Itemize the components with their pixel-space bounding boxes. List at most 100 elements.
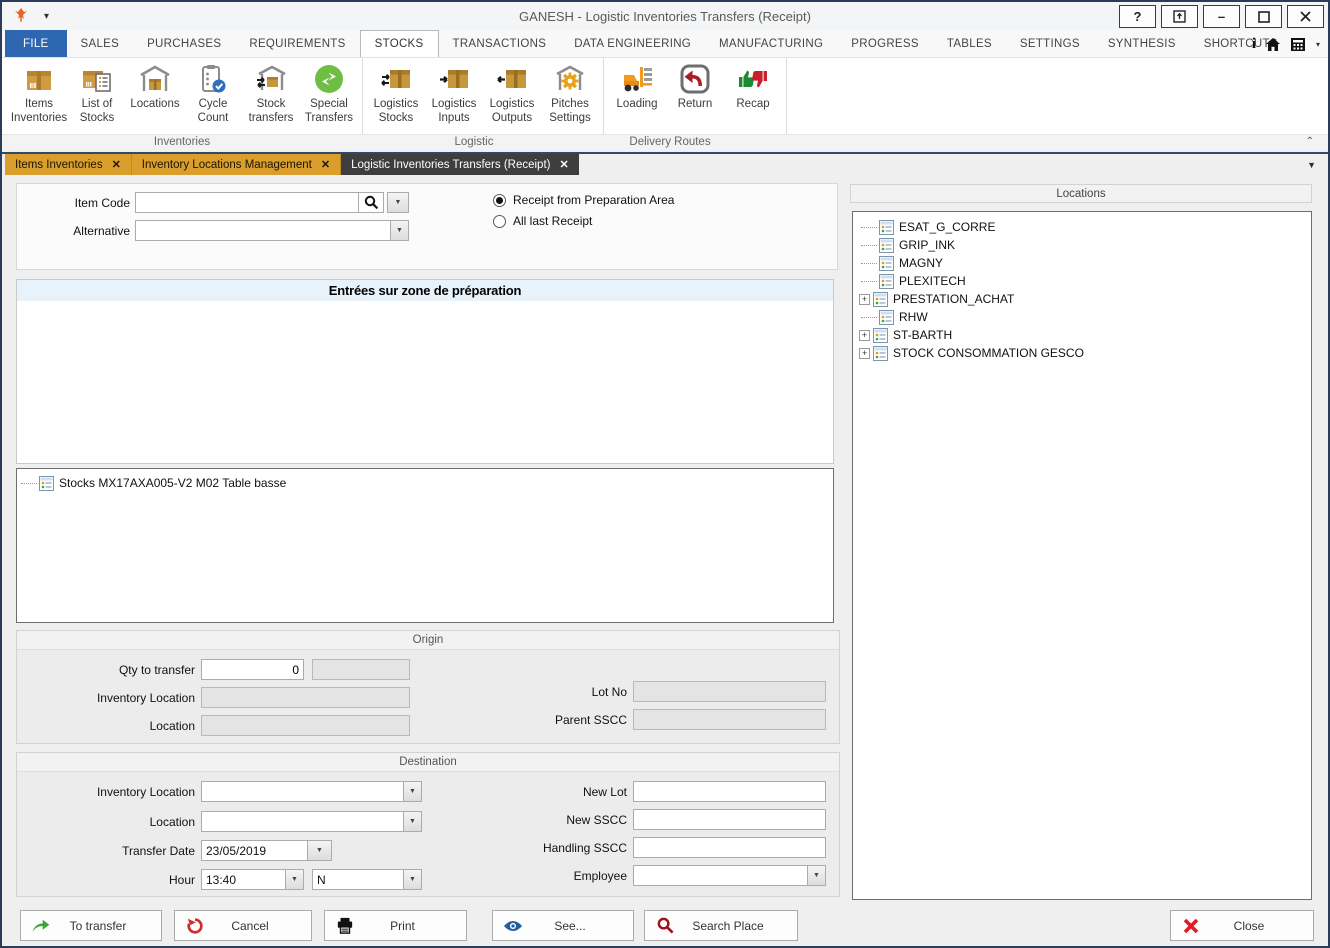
preparation-entries-panel: Entrées sur zone de préparation <box>16 279 834 464</box>
new-lot-input[interactable] <box>633 781 826 802</box>
printer-icon <box>325 917 365 934</box>
menu-tab-file[interactable]: FILE <box>5 30 67 57</box>
origin-inventory-location-label: Inventory Location <box>17 691 195 705</box>
search-place-button[interactable]: Search Place <box>644 910 798 941</box>
collapse-ribbon-icon[interactable]: ⌃ <box>1306 136 1314 147</box>
chevron-down-icon[interactable]: ▼ <box>403 870 421 889</box>
location-tree-item[interactable]: + STOCK CONSOMMATION GESCO <box>853 344 1311 362</box>
minimize-button[interactable]: – <box>1203 5 1240 28</box>
handling-sscc-input[interactable] <box>633 837 826 858</box>
logistics-outputs-button[interactable]: Logistics Outputs <box>483 60 541 126</box>
location-tree-item[interactable]: + ST-BARTH <box>853 326 1311 344</box>
expand-icon[interactable]: + <box>859 330 870 341</box>
radio-all-last-receipt[interactable]: All last Receipt <box>493 214 592 228</box>
chevron-down-icon[interactable]: ▼ <box>807 866 825 885</box>
location-table-icon <box>873 328 888 343</box>
close-window-button[interactable] <box>1287 5 1324 28</box>
stocks-tree-item[interactable]: Stocks MX17AXA005-V2 M02 Table basse <box>17 474 833 492</box>
menu-tab-transactions[interactable]: TRANSACTIONS <box>439 30 561 57</box>
expand-icon[interactable]: + <box>859 348 870 359</box>
logistics-stocks-button[interactable]: Logistics Stocks <box>367 60 425 126</box>
item-code-dropdown-button[interactable]: ▼ <box>387 192 409 213</box>
return-arrow-icon <box>678 62 712 96</box>
stock-transfers-button[interactable]: Stock transfers <box>242 60 300 126</box>
menu-tab-settings[interactable]: SETTINGS <box>1006 30 1094 57</box>
to-transfer-button[interactable]: To transfer <box>20 910 162 941</box>
return-button[interactable]: Return <box>666 60 724 112</box>
calculator-icon[interactable] <box>1290 37 1306 52</box>
dest-inventory-location-combo[interactable]: ▼ <box>201 781 422 802</box>
home-icon[interactable] <box>1265 37 1281 52</box>
close-button[interactable]: Close <box>1170 910 1314 941</box>
pitches-settings-button[interactable]: Pitches Settings <box>541 60 599 126</box>
new-sscc-input[interactable] <box>633 809 826 830</box>
item-code-label: Item Code <box>17 196 130 210</box>
list-of-stocks-button[interactable]: List of Stocks <box>68 60 126 126</box>
doc-tab-list-caret-icon[interactable]: ▼ <box>1307 160 1316 170</box>
menu-tab-tables[interactable]: TABLES <box>933 30 1006 57</box>
alternative-combo[interactable]: ▼ <box>135 220 409 241</box>
ribbon-group-inventories: Items Inventories List of Stocks Locatio… <box>6 58 363 134</box>
doc-tab-close-icon[interactable]: ✕ <box>112 158 121 171</box>
radio-unselected-icon <box>493 215 506 228</box>
loading-button[interactable]: Loading <box>608 60 666 112</box>
menu-tab-requirements[interactable]: REQUIREMENTS <box>235 30 359 57</box>
chevron-down-icon[interactable]: ▼ <box>403 782 421 801</box>
doc-tab-close-icon[interactable]: ✕ <box>321 158 330 171</box>
locations-button[interactable]: Locations <box>126 60 184 112</box>
menu-tab-data-engineering[interactable]: DATA ENGINEERING <box>560 30 705 57</box>
location-tree-item[interactable]: ESAT_G_CORRE <box>853 218 1311 236</box>
chevron-down-icon[interactable]: ▼ <box>390 221 408 240</box>
location-table-icon <box>879 220 894 235</box>
item-code-input[interactable] <box>135 192 359 213</box>
box-arrow-in-icon <box>437 62 471 96</box>
location-tree-item[interactable]: MAGNY <box>853 254 1311 272</box>
transfer-date-picker[interactable]: 23/05/2019 ▼ <box>201 840 332 861</box>
radio-receipt-from-prep-area[interactable]: Receipt from Preparation Area <box>493 193 674 207</box>
doc-tab-inventory-locations[interactable]: Inventory Locations Management ✕ <box>132 154 341 175</box>
tree-connector <box>21 483 37 484</box>
cycle-count-button[interactable]: Cycle Count <box>184 60 242 126</box>
location-tree-item[interactable]: GRIP_INK <box>853 236 1311 254</box>
menu-tab-purchases[interactable]: PURCHASES <box>133 30 235 57</box>
float-window-button[interactable] <box>1161 5 1198 28</box>
recap-button[interactable]: Recap <box>724 60 782 112</box>
ribbon-group-logistic: Logistics Stocks Logistics Inputs Logist… <box>363 58 604 134</box>
new-lot-label: New Lot <box>447 785 627 799</box>
box-swap-icon <box>379 62 413 96</box>
info-icon[interactable]: i <box>1252 36 1256 53</box>
hour-combo[interactable]: 13:40 ▼ <box>201 869 304 890</box>
maximize-button[interactable] <box>1245 5 1282 28</box>
doc-tab-close-icon[interactable]: ✕ <box>559 158 568 171</box>
menu-tab-sales[interactable]: SALES <box>67 30 134 57</box>
hour-flag-combo[interactable]: N ▼ <box>312 869 422 890</box>
menu-tab-stocks[interactable]: STOCKS <box>360 30 439 57</box>
chevron-down-icon[interactable]: ▼ <box>403 812 421 831</box>
doc-tab-logistic-transfers-active[interactable]: Logistic Inventories Transfers (Receipt)… <box>341 154 579 175</box>
location-tree-item[interactable]: RHW <box>853 308 1311 326</box>
chevron-down-icon[interactable]: ▼ <box>285 870 303 889</box>
box-arrow-out-icon <box>495 62 529 96</box>
items-inventories-button[interactable]: Items Inventories <box>10 60 68 126</box>
dest-location-combo[interactable]: ▼ <box>201 811 422 832</box>
see-button[interactable]: See... <box>492 910 634 941</box>
quick-access-caret-icon[interactable]: ▾ <box>44 11 49 22</box>
preparation-entries-list[interactable] <box>17 301 833 463</box>
doc-tab-items-inventories[interactable]: Items Inventories ✕ <box>5 154 132 175</box>
menu-tab-synthesis[interactable]: SYNTHESIS <box>1094 30 1190 57</box>
employee-combo[interactable]: ▼ <box>633 865 826 886</box>
item-code-search-button[interactable] <box>358 192 384 213</box>
special-transfers-button[interactable]: Special Transfers <box>300 60 358 126</box>
menu-tab-progress[interactable]: PROGRESS <box>837 30 933 57</box>
print-button[interactable]: Print <box>324 910 467 941</box>
toolbar-options-caret-icon[interactable]: ▾ <box>1316 40 1320 49</box>
calendar-dropdown-icon[interactable]: ▼ <box>307 841 331 860</box>
location-tree-item[interactable]: + PRESTATION_ACHAT <box>853 290 1311 308</box>
help-button[interactable]: ? <box>1119 5 1156 28</box>
expand-icon[interactable]: + <box>859 294 870 305</box>
qty-to-transfer-input[interactable] <box>201 659 304 680</box>
menu-tab-manufacturing[interactable]: MANUFACTURING <box>705 30 837 57</box>
location-tree-item[interactable]: PLEXITECH <box>853 272 1311 290</box>
logistics-inputs-button[interactable]: Logistics Inputs <box>425 60 483 126</box>
cancel-button[interactable]: Cancel <box>174 910 312 941</box>
